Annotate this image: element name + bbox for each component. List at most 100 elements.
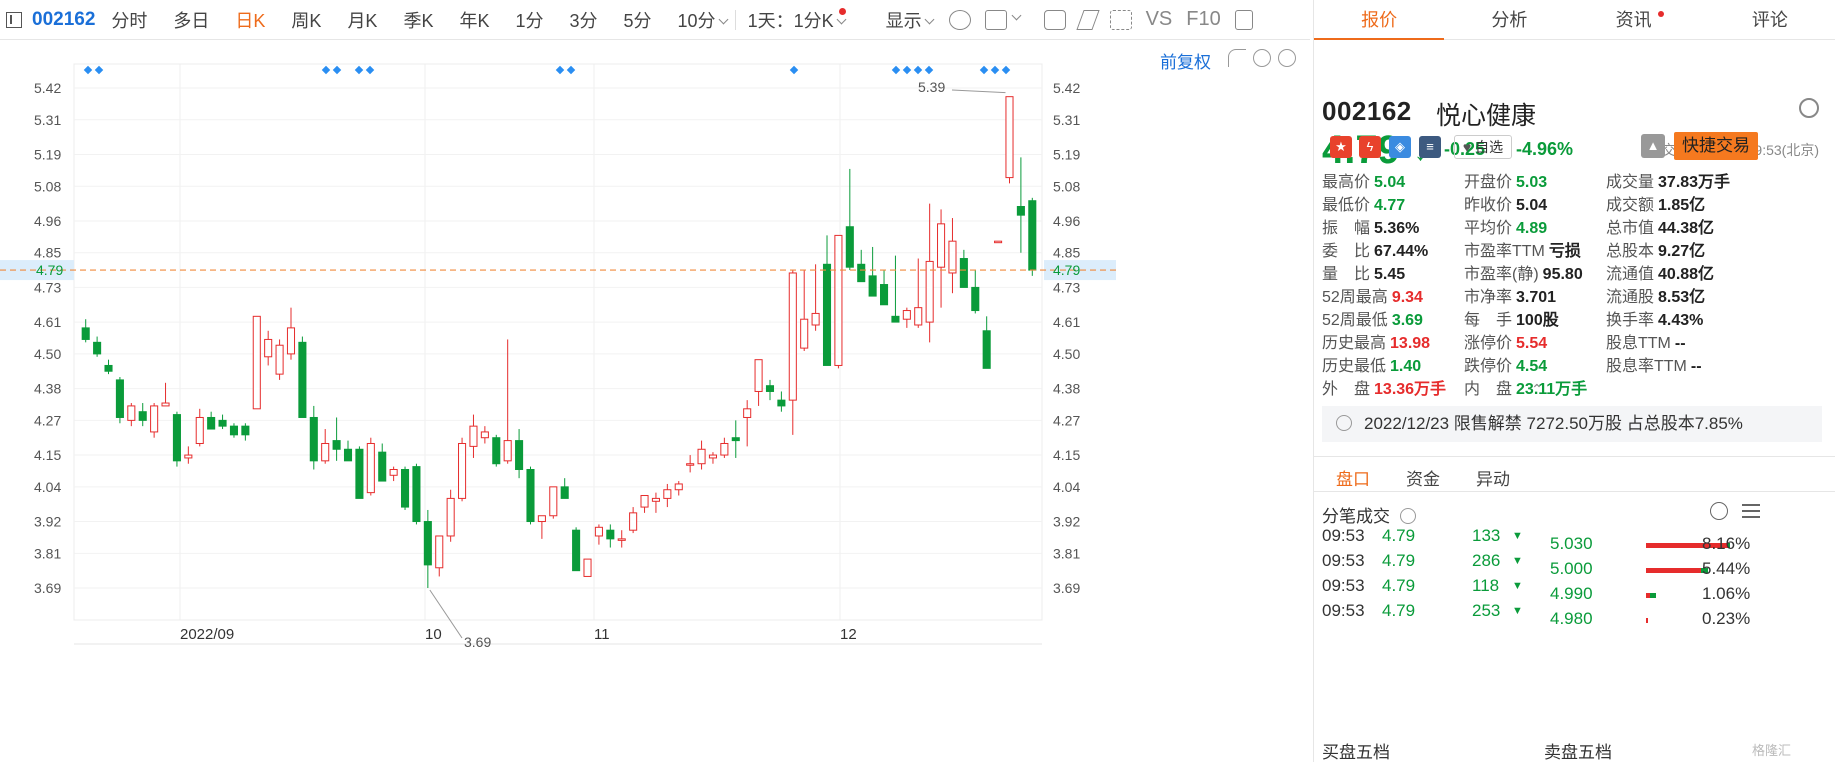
candle-body [378,451,387,482]
settings-icon[interactable] [948,9,971,30]
candle-body [446,497,455,537]
quick-trade-button[interactable]: 快捷交易 [1674,132,1758,160]
tab-capital[interactable]: 资金 [1406,465,1440,490]
collapse-chevron-icon[interactable]: ⌃ [1531,381,1543,398]
tab-yearly-k[interactable]: 年K [459,7,489,33]
candle-body [720,442,729,456]
tab-movement[interactable]: 异动 [1476,465,1510,490]
camera-icon[interactable] [1043,9,1066,30]
add-watchlist-button[interactable]: ♥ 自选 [1454,135,1512,159]
sell-five-label: 卖盘五档 [1544,743,1612,762]
candle-body [218,419,227,427]
candle-body [195,416,204,444]
event-diamond-icon [94,65,104,75]
depth-price: 4.990 [1550,584,1593,603]
f10-button[interactable]: F10 [1186,8,1220,31]
stat-item: 外 盘 13.36万手 [1322,375,1446,399]
stat-item: 市净率 3.701 [1464,283,1556,307]
stat-item: 每 手 100股 [1464,306,1559,330]
candle-body [515,440,524,471]
stat-value: 9.34 [1391,289,1423,306]
tab-daily-k[interactable]: 日K [235,7,265,33]
tab-intraday[interactable]: 分时 [111,7,147,33]
tab-quote[interactable]: 报价 [1314,0,1445,40]
candle-body [412,466,421,523]
y-tick-label-left: 4.61 [34,314,61,330]
tab-news[interactable]: 资讯 [1575,0,1705,39]
chevron-down-icon[interactable] [1011,10,1022,21]
tick-volume: 133 [1472,526,1501,545]
tab-order-book[interactable]: 盘口 [1336,465,1370,490]
tab-1min[interactable]: 1分 [515,7,543,33]
candle-body [697,448,706,465]
candle-body [207,416,216,430]
candle-body [891,315,900,323]
stat-label: 外 盘 [1322,381,1371,398]
stat-value: 37.83万手 [1658,174,1731,191]
china-flag-icon[interactable]: ★ [1330,136,1352,158]
more-icon[interactable] [1710,502,1728,520]
stat-label: 振 幅 [1322,220,1371,237]
tab-10min[interactable]: 10分 [678,7,729,33]
menu-icon[interactable] [1742,504,1760,518]
chart-toolbar: 002162 分时 多日 日K 周K 月K 季K 年K 1分 3分 5分 10分… [0,0,1310,40]
tag-icon[interactable]: ◈ [1389,136,1411,158]
stat-label: 市盈率TTM [1464,243,1545,260]
display-menu[interactable]: 显示 [886,7,935,33]
pencil-icon[interactable] [1075,9,1100,30]
sidebar-toggle-icon[interactable] [6,11,22,28]
info-icon[interactable] [1400,508,1416,524]
candle-body [492,437,501,465]
tab-comments[interactable]: 评论 [1705,0,1835,39]
stat-item: 最高价 5.04 [1322,168,1405,192]
stat-value: 5.36% [1374,220,1420,237]
stat-value: 5.03 [1516,174,1548,191]
lightning-icon[interactable]: ϟ [1359,136,1381,158]
range-select[interactable]: 1天：1分K [748,7,847,33]
tab-multi-day[interactable]: 多日 [173,7,209,33]
tab-weekly-k[interactable]: 周K [291,7,321,33]
tab-5min[interactable]: 5分 [624,7,652,33]
tick-price: 4.79 [1382,601,1416,620]
quote-panel: 报价 分析 资讯 评论 002162 悦心健康 4.79 ↓ -0.25 -4.… [1313,0,1835,762]
stat-value: 3.69 [1391,312,1423,329]
candle-body [845,226,854,268]
high-marker-label: 5.39 [918,79,945,95]
candle-body [994,240,1003,244]
stat-item: 振 幅 5.36% [1322,214,1419,238]
unlock-notice[interactable]: 2022/12/23 限售解禁 7272.50万股 占总股本7.85% [1322,406,1822,442]
gear-icon[interactable] [1799,98,1819,118]
tick-time: 09:53 [1322,601,1365,620]
stat-value: 44.38亿 [1658,220,1715,237]
stat-label: 内 盘 [1464,381,1513,398]
tab-quarterly-k[interactable]: 季K [403,7,433,33]
candle-body [606,529,615,540]
stat-label: 52周最低 [1322,312,1388,329]
collapse-panel-icon[interactable] [1234,9,1253,30]
stat-item: 开盘价 5.03 [1464,168,1547,192]
stat-value: 5.45 [1374,266,1406,283]
tab-3min[interactable]: 3分 [570,7,598,33]
tab-analysis[interactable]: 分析 [1444,0,1574,39]
down-triangle-icon: ▼ [1512,580,1523,592]
y-tick-label-right: 4.15 [1053,447,1080,463]
candle-body [286,327,296,355]
stat-value: 5.54 [1516,335,1548,352]
candle-body [138,411,147,421]
stat-label: 委 比 [1322,243,1371,260]
notification-dot [838,7,846,15]
candle-body [629,512,638,531]
stat-value: 4.54 [1516,358,1548,375]
candle-body [640,495,649,508]
compare-button[interactable]: VS [1146,8,1173,31]
layout-icon[interactable] [984,9,1007,30]
bell-icon[interactable]: ▲ [1641,134,1665,158]
tick-price: 4.79 [1382,526,1416,545]
tab-monthly-k[interactable]: 月K [347,7,377,33]
note-icon[interactable]: ≡ [1419,136,1441,158]
stat-item: 总股本 9.27亿 [1606,237,1705,261]
candlestick-chart[interactable]: 前复权 2022/09 10 11 12 5.42 5.42 5.31 5.31 5.19 5.1… [0,40,1310,762]
fullscreen-icon[interactable] [1109,9,1132,30]
stat-item: 涨停价 5.54 [1464,329,1547,353]
stat-value: 4.43% [1658,312,1704,329]
